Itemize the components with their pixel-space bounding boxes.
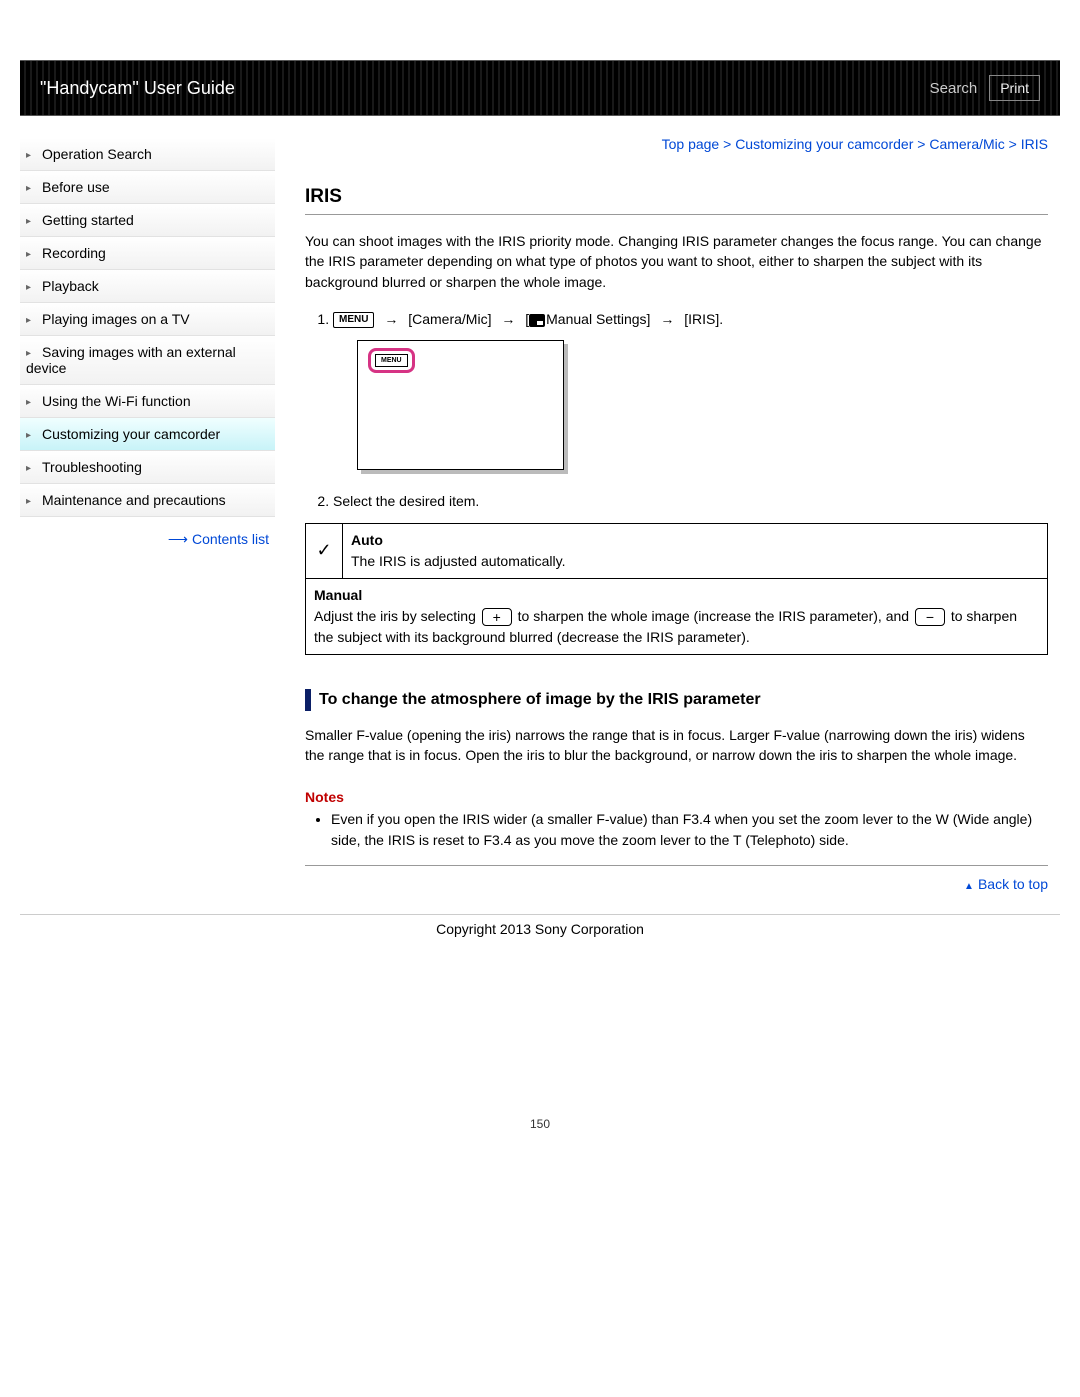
- arrow-right-icon: →: [384, 308, 398, 330]
- arrow-right-icon: →: [660, 308, 674, 330]
- back-to-top-label: Back to top: [978, 876, 1048, 892]
- header-bar: "Handycam" User Guide Search Print: [20, 60, 1060, 116]
- step-1: MENU → [Camera/Mic] → [Manual Settings] …: [333, 308, 1048, 470]
- triangle-right-icon: ▸: [26, 397, 36, 408]
- options-table: ✓ Auto The IRIS is adjusted automaticall…: [305, 523, 1048, 655]
- triangle-right-icon: ▸: [26, 315, 36, 326]
- manual-settings-icon: [529, 314, 545, 327]
- breadcrumb-sub[interactable]: Camera/Mic: [929, 136, 1004, 152]
- sub-heading: To change the atmosphere of image by the…: [305, 689, 1048, 711]
- sidebar-item-label: Playback: [42, 278, 99, 294]
- option-auto-desc: The IRIS is adjusted automatically.: [351, 551, 1039, 572]
- plus-button-icon: +: [482, 608, 512, 626]
- sub-paragraph: Smaller F-value (opening the iris) narro…: [305, 725, 1048, 766]
- sidebar-item-label: Playing images on a TV: [42, 311, 190, 327]
- sidebar-item[interactable]: ▸ Before use: [20, 171, 275, 204]
- step-2: Select the desired item.: [333, 490, 1048, 512]
- sidebar-item[interactable]: ▸ Troubleshooting: [20, 451, 275, 484]
- option-manual-title: Manual: [314, 585, 1039, 606]
- sidebar-item-label: Saving images with an external device: [26, 344, 236, 376]
- sidebar-item-label: Before use: [42, 179, 110, 195]
- main-content: Top page > Customizing your camcorder > …: [275, 116, 1060, 908]
- breadcrumb-cat[interactable]: Customizing your camcorder: [735, 136, 913, 152]
- contents-list-label: Contents list: [192, 531, 269, 547]
- page-number: 150: [0, 1117, 1080, 1151]
- sidebar-item[interactable]: ▸Saving images with an external device: [20, 336, 275, 385]
- triangle-right-icon: ▸: [26, 463, 36, 474]
- intro-paragraph: You can shoot images with the IRIS prior…: [305, 231, 1048, 292]
- guide-title: "Handycam" User Guide: [40, 78, 235, 99]
- notes-heading: Notes: [305, 789, 1048, 805]
- checkmark-icon: ✓: [306, 523, 343, 578]
- copyright: Copyright 2013 Sony Corporation: [20, 914, 1060, 937]
- search-link[interactable]: Search: [930, 80, 978, 97]
- triangle-right-icon: ▸: [26, 496, 36, 507]
- sidebar-item[interactable]: ▸ Customizing your camcorder: [20, 418, 275, 451]
- triangle-right-icon: ▸: [26, 282, 36, 293]
- sidebar-item[interactable]: ▸ Getting started: [20, 204, 275, 237]
- triangle-right-icon: ▸: [26, 430, 36, 441]
- step1-path2: Manual Settings]: [546, 311, 650, 327]
- breadcrumb: Top page > Customizing your camcorder > …: [305, 136, 1048, 152]
- sidebar-item[interactable]: ▸ Maintenance and precautions: [20, 484, 275, 517]
- sidebar-item[interactable]: ▸ Recording: [20, 237, 275, 270]
- notes-list: Even if you open the IRIS wider (a small…: [305, 809, 1048, 866]
- note-item: Even if you open the IRIS wider (a small…: [331, 809, 1048, 851]
- step1-path3: [IRIS].: [684, 311, 723, 327]
- header-tools: Search Print: [930, 75, 1040, 101]
- breadcrumb-top[interactable]: Top page: [662, 136, 720, 152]
- triangle-right-icon: ▸: [26, 216, 36, 227]
- menu-badge-icon: MENU: [375, 354, 408, 367]
- contents-list-link[interactable]: ⟶Contents list: [20, 517, 275, 548]
- triangle-right-icon: ▸: [26, 348, 36, 359]
- option-manual-cell: Manual Adjust the iris by selecting + to…: [306, 578, 1048, 654]
- sidebar-item-label: Using the Wi-Fi function: [42, 393, 191, 409]
- triangle-up-icon: ▲: [964, 881, 974, 892]
- print-button[interactable]: Print: [989, 75, 1040, 101]
- sidebar-item-label: Recording: [42, 245, 106, 261]
- breadcrumb-leaf: IRIS: [1021, 136, 1048, 152]
- sidebar-item[interactable]: ▸ Playback: [20, 270, 275, 303]
- minus-button-icon: −: [915, 608, 945, 626]
- sidebar-item-label: Customizing your camcorder: [42, 426, 220, 442]
- arrow-right-icon: →: [501, 308, 515, 330]
- screen-illustration: MENU: [357, 340, 564, 470]
- sidebar-item-label: Troubleshooting: [42, 459, 142, 475]
- back-to-top-link[interactable]: ▲ Back to top: [305, 876, 1048, 892]
- triangle-right-icon: ▸: [26, 150, 36, 161]
- page-title: IRIS: [305, 186, 1048, 215]
- steps-list: MENU → [Camera/Mic] → [Manual Settings] …: [305, 308, 1048, 513]
- menu-badge-icon: MENU: [333, 312, 374, 328]
- sidebar-item[interactable]: ▸ Using the Wi-Fi function: [20, 385, 275, 418]
- table-row: Manual Adjust the iris by selecting + to…: [306, 578, 1048, 654]
- triangle-right-icon: ▸: [26, 249, 36, 260]
- sidebar-item-label: Operation Search: [42, 146, 152, 162]
- sidebar-item[interactable]: ▸ Operation Search: [20, 138, 275, 171]
- option-auto-title: Auto: [351, 530, 1039, 551]
- step1-path1: [Camera/Mic]: [408, 311, 491, 327]
- sidebar-item-label: Maintenance and precautions: [42, 492, 226, 508]
- menu-highlight-icon: MENU: [368, 348, 415, 373]
- option-manual-desc: Adjust the iris by selecting + to sharpe…: [314, 606, 1039, 648]
- arrow-right-icon: ⟶: [168, 531, 188, 547]
- sidebar-item-label: Getting started: [42, 212, 134, 228]
- triangle-right-icon: ▸: [26, 183, 36, 194]
- sidebar: ▸ Operation Search ▸ Before use ▸ Getting sta…: [20, 116, 275, 908]
- option-auto-cell: Auto The IRIS is adjusted automatically.: [343, 523, 1048, 578]
- sidebar-item[interactable]: ▸ Playing images on a TV: [20, 303, 275, 336]
- table-row: ✓ Auto The IRIS is adjusted automaticall…: [306, 523, 1048, 578]
